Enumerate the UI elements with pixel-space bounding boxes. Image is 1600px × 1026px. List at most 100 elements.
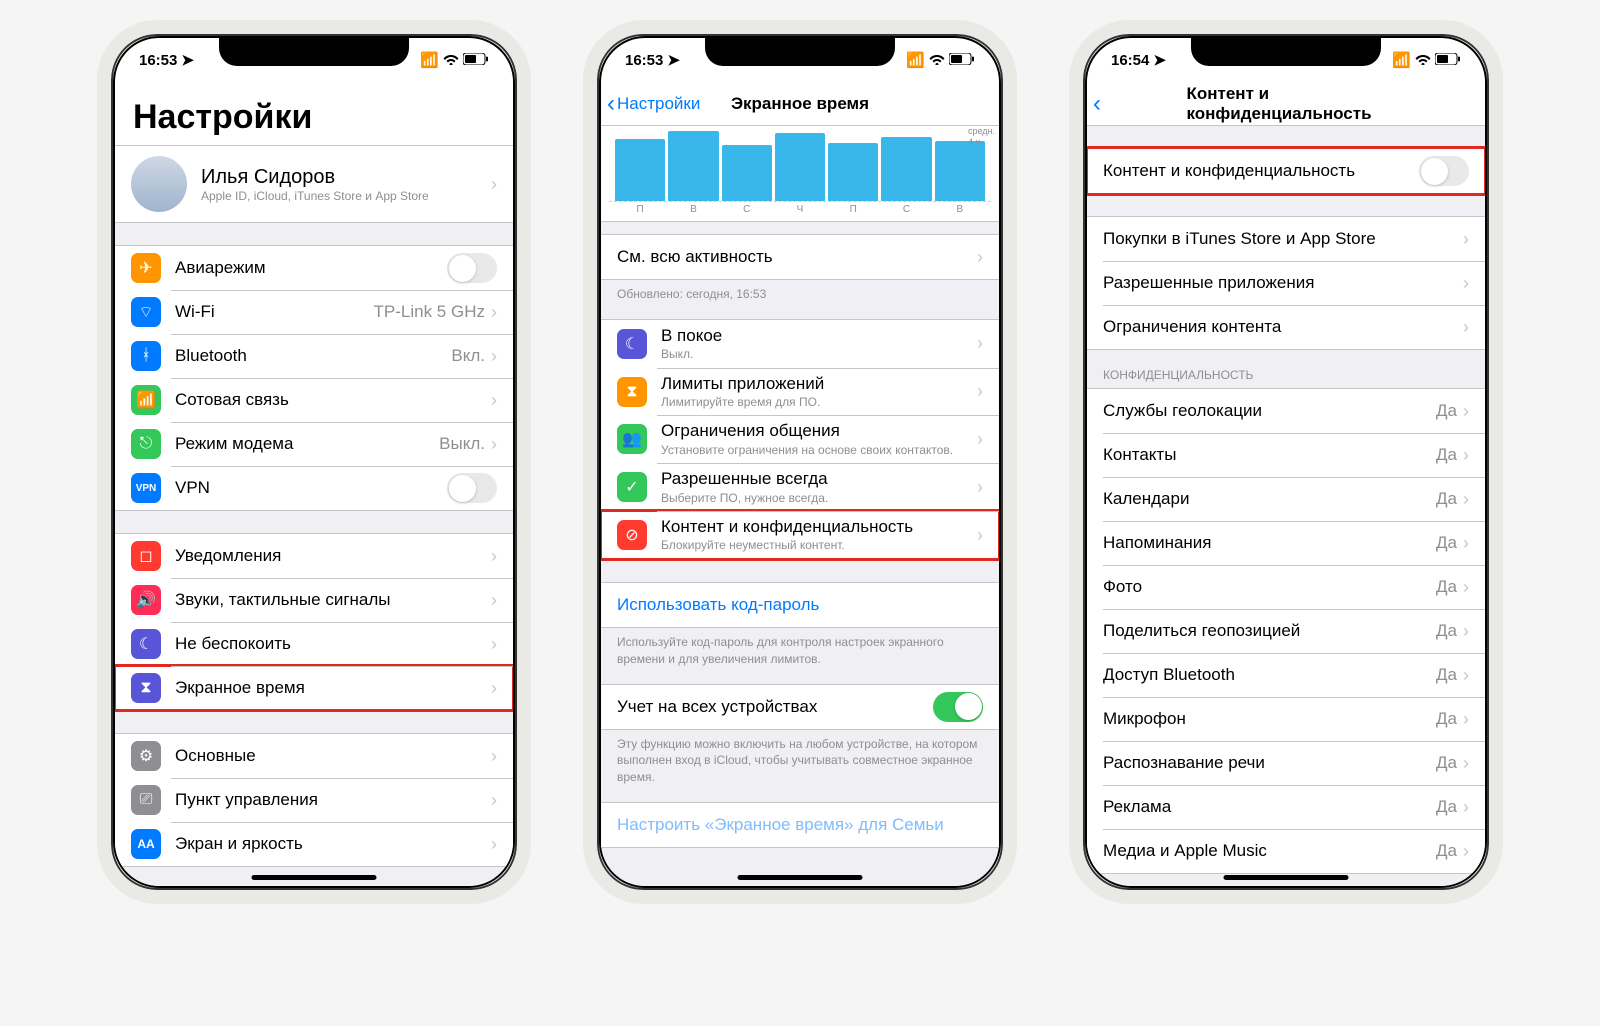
settings-row[interactable]: ФотоДа› [1087,565,1485,609]
hourglass-icon: ⧗ [617,377,647,407]
nav-bar: ‹ Настройки Экранное время [601,82,999,126]
usage-chart[interactable]: средн. 4 ч ПВСЧПСВ [601,126,999,222]
status-time: 16:54 [1111,52,1149,69]
back-button[interactable]: ‹ [1087,90,1103,118]
settings-row[interactable]: 🔊Звуки, тактильные сигналы› [115,578,513,622]
chevron-right-icon: › [1463,533,1469,554]
settings-row[interactable]: Ограничения контента› [1087,305,1485,349]
wifi-icon: ⌔ [131,297,161,327]
row-label: Контакты [1103,444,1436,465]
chevron-right-icon: › [977,477,983,498]
settings-row[interactable]: ⚙Основные› [115,734,513,778]
share-devices-toggle[interactable] [933,692,983,722]
settings-row[interactable]: ◻Уведомления› [115,534,513,578]
chevron-right-icon: › [1463,317,1469,338]
settings-row[interactable]: ⧗Лимиты приложенийЛимитируйте время для … [601,368,999,416]
row-label: Пункт управления [175,789,491,810]
nav-title: Контент и конфиденциальность [1187,84,1386,124]
chevron-right-icon: › [1463,797,1469,818]
screentime-features: ☾В покоеВыкл.›⧗Лимиты приложенийЛимитиру… [601,319,999,560]
share-devices-row[interactable]: Учет на всех устройствах [601,685,999,729]
settings-row[interactable]: ᚼBluetoothВкл.› [115,334,513,378]
settings-row[interactable]: Доступ BluetoothДа› [1087,653,1485,697]
row-label: Экран и яркость [175,833,491,854]
settings-row[interactable]: Разрешенные приложения› [1087,261,1485,305]
settings-row[interactable]: ⊘Контент и конфиденциальностьБлокируйте … [601,511,999,559]
check-icon: ✓ [617,472,647,502]
row-value: Да [1436,401,1457,421]
family-row[interactable]: Настроить «Экранное время» для Семьи [601,803,999,847]
settings-row[interactable]: ⌔Wi-FiTP-Link 5 GHz› [115,290,513,334]
settings-row[interactable]: 📶Сотовая связь› [115,378,513,422]
notch [705,38,895,66]
chevron-right-icon: › [491,546,497,567]
settings-row[interactable]: ☾Не беспокоить› [115,622,513,666]
content-privacy-toggle[interactable] [1419,156,1469,186]
settings-row[interactable]: Службы геолокацииДа› [1087,389,1485,433]
bluetooth-icon: ᚼ [131,341,161,371]
nav-bar: ‹ Контент и конфиденциальность [1087,82,1485,126]
hourglass-icon: ⧗ [131,673,161,703]
settings-row[interactable]: Покупки в iTunes Store и App Store› [1087,217,1485,261]
row-label: Фото [1103,576,1436,597]
settings-row[interactable]: ☾В покоеВыкл.› [601,320,999,368]
settings-row[interactable]: Поделиться геопозициейДа› [1087,609,1485,653]
row-label: Настроить «Экранное время» для Семьи [617,814,983,835]
use-passcode-row[interactable]: Использовать код-пароль [601,583,999,627]
settings-row[interactable]: ⧗Экранное время› [115,666,513,710]
row-label: Напоминания [1103,532,1436,553]
row-label: Не беспокоить [175,633,491,654]
row-label: Реклама [1103,796,1436,817]
chevron-right-icon: › [491,174,497,195]
avatar [131,156,187,212]
chevron-right-icon: › [1463,401,1469,422]
row-value: Да [1436,489,1457,509]
settings-row[interactable]: AAЭкран и яркость› [115,822,513,866]
row-value: Да [1436,445,1457,465]
toggle[interactable] [447,253,497,283]
row-label: Режим модема [175,433,439,454]
chevron-right-icon: › [491,390,497,411]
row-label: Микрофон [1103,708,1436,729]
profile-row[interactable]: Илья Сидоров Apple ID, iCloud, iTunes St… [115,146,513,222]
hotspot-icon: ⎋ [131,429,161,459]
chart-bar [775,133,825,201]
back-button[interactable]: ‹ Настройки [601,90,700,118]
chart-avg-value: 4 ч [968,137,995,148]
settings-row[interactable]: VPNVPN [115,466,513,510]
settings-row[interactable]: НапоминанияДа› [1087,521,1485,565]
location-icon: ➤ [181,51,194,69]
chevron-right-icon: › [1463,621,1469,642]
settings-row[interactable]: Медиа и Apple MusicДа› [1087,829,1485,873]
nav-title: Экранное время [731,94,869,114]
settings-row[interactable]: КалендариДа› [1087,477,1485,521]
chevron-right-icon: › [977,247,983,268]
settings-row[interactable]: Распознавание речиДа› [1087,741,1485,785]
chart-labels: ПВСЧПСВ [609,202,991,215]
chevron-right-icon: › [1463,753,1469,774]
settings-row[interactable]: 👥Ограничения общенияУстановите ограничен… [601,415,999,463]
settings-row[interactable]: МикрофонДа› [1087,697,1485,741]
row-sublabel: Блокируйте неуместный контент. [661,538,977,554]
chart-x-label: С [881,204,931,215]
chevron-right-icon: › [491,434,497,455]
row-value: Да [1436,665,1457,685]
settings-row[interactable]: ⎋Режим модемаВыкл.› [115,422,513,466]
see-activity-row[interactable]: См. всю активность › [601,235,999,279]
restrictions-group: Покупки в iTunes Store и App Store›Разре… [1087,216,1485,350]
location-icon: ➤ [1153,51,1166,69]
row-label: Звуки, тактильные сигналы [175,589,491,610]
chart-x-label: В [668,204,718,215]
people-icon: 👥 [617,424,647,454]
content-privacy-toggle-row[interactable]: Контент и конфиденциальность [1087,149,1485,193]
settings-row[interactable]: ✓Разрешенные всегдаВыберите ПО, нужное в… [601,463,999,511]
chart-bar [828,143,878,201]
settings-group-2: ◻Уведомления›🔊Звуки, тактильные сигналы›… [115,533,513,711]
toggle[interactable] [447,473,497,503]
settings-row[interactable]: РекламаДа› [1087,785,1485,829]
settings-row[interactable]: ✈Авиарежим [115,246,513,290]
settings-row[interactable]: КонтактыДа› [1087,433,1485,477]
settings-row[interactable]: ⎚Пункт управления› [115,778,513,822]
row-label: Медиа и Apple Music [1103,840,1436,861]
chevron-right-icon: › [1463,841,1469,862]
